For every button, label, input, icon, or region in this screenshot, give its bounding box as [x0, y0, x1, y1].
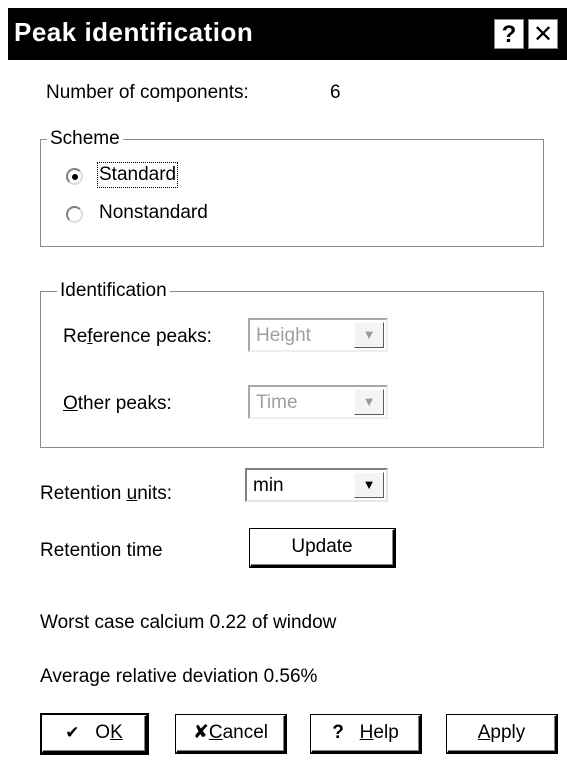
other-peaks-select[interactable]: Time ▼ — [248, 385, 388, 419]
other-peaks-label: Other peaks: — [63, 393, 172, 414]
components-label: Number of components: — [46, 82, 249, 103]
window-title: Peak identification — [14, 17, 254, 47]
dropdown-arrow-icon: ▼ — [354, 389, 384, 415]
update-button[interactable]: Update — [250, 529, 395, 567]
identification-group — [40, 291, 544, 448]
question-icon: ? — [332, 722, 344, 743]
standard-label[interactable]: Standard — [96, 162, 179, 188]
standard-radio[interactable] — [66, 168, 83, 185]
checkmark-icon: ✔ — [65, 723, 80, 742]
close-icon: ✕ — [532, 21, 554, 48]
avg-deviation-text: Average relative deviation 0.56% — [40, 666, 318, 687]
retention-units-select[interactable]: min ▼ — [245, 468, 388, 502]
reference-peaks-select[interactable]: Height ▼ — [248, 318, 388, 352]
peak-identification-dialog: Peak identification ? ✕ Number of compon… — [8, 8, 567, 774]
scheme-legend: Scheme — [47, 129, 123, 149]
close-button[interactable]: ✕ — [528, 19, 558, 49]
retention-time-label: Retention time — [40, 540, 163, 561]
reference-peaks-value: Height — [256, 325, 311, 346]
ok-button[interactable]: ✔ OK — [42, 715, 147, 753]
components-value: 6 — [330, 82, 341, 103]
radio-selected-dot — [72, 174, 78, 180]
help-button[interactable]: ? Help — [311, 715, 421, 753]
reference-peaks-label: Reference peaks: — [63, 326, 212, 347]
other-peaks-value: Time — [256, 392, 298, 413]
help-context-button[interactable]: ? — [494, 19, 524, 49]
worst-case-text: Worst case calcium 0.22 of window — [40, 612, 337, 633]
dropdown-arrow-icon: ▼ — [354, 322, 384, 348]
cancel-button[interactable]: ✘Cancel — [176, 715, 286, 753]
retention-units-value: min — [253, 475, 284, 496]
apply-button[interactable]: Apply — [447, 715, 557, 753]
question-icon: ? — [501, 21, 517, 48]
x-icon: ✘ — [192, 722, 209, 743]
title-bar: Peak identification ? ✕ — [8, 8, 567, 60]
nonstandard-label[interactable]: Nonstandard — [99, 202, 208, 224]
scheme-group — [40, 139, 544, 247]
nonstandard-radio[interactable] — [66, 206, 83, 223]
retention-units-label: Retention units: — [40, 483, 173, 504]
dropdown-arrow-icon: ▼ — [354, 472, 384, 498]
identification-legend: Identification — [57, 281, 170, 301]
